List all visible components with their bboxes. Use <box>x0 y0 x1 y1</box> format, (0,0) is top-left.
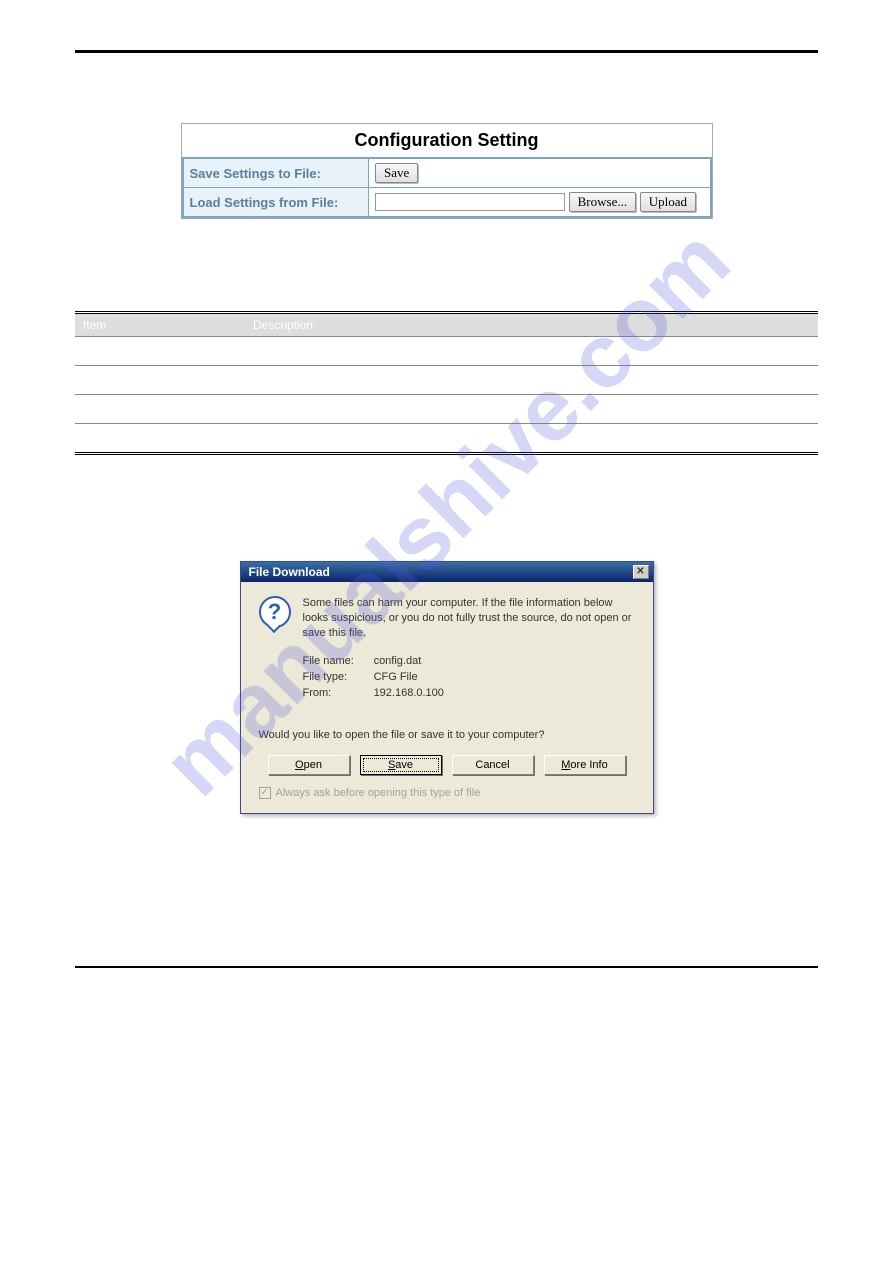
save-button[interactable]: Save <box>375 163 418 183</box>
config-title: Configuration Setting <box>182 124 712 157</box>
open-button[interactable]: Open <box>268 755 350 775</box>
saveproc-step3: 3. Select the file location and click Sa… <box>75 832 818 846</box>
dialog-prompt: Would you like to open the file or save … <box>259 729 635 741</box>
desc-col-desc: Description <box>245 313 818 337</box>
desc-r2-desc: Click Browse to find the configuration f… <box>245 395 818 424</box>
figure-caption: Figure 36 – Configuration Setting <box>75 229 236 241</box>
save-dialog-button[interactable]: Save <box>360 755 442 775</box>
config-table: Save Settings to File: Save Load Setting… <box>182 157 712 218</box>
config-panel: Configuration Setting Save Settings to F… <box>181 123 713 219</box>
dialog-title: File Download <box>249 565 330 579</box>
desc-r2-item: Browse <box>75 395 245 424</box>
saveproc-step1: 1. Click Save on the Configuration Setti… <box>75 507 818 521</box>
desc-r0-item: Save Settings to File <box>75 337 245 366</box>
top-rule <box>75 50 818 53</box>
browse-button[interactable]: Browse... <box>569 192 636 212</box>
file-download-dialog: File Download ✕ ? Some files can harm yo… <box>240 561 654 814</box>
footer-left: 4-22 <box>75 974 97 986</box>
more-info-button[interactable]: More Info <box>544 755 626 775</box>
always-ask-label: Always ask before opening this type of f… <box>276 787 481 799</box>
desc-r1-desc: Enter the configuration file name in the… <box>245 366 818 395</box>
close-icon[interactable]: ✕ <box>633 565 649 579</box>
upload-button[interactable]: Upload <box>640 192 696 212</box>
filename-label: File name: <box>303 655 371 667</box>
from-value: 192.168.0.100 <box>374 687 444 699</box>
desc-r1-item: Load Settings from File <box>75 366 245 395</box>
dialog-titlebar: File Download ✕ <box>241 562 653 582</box>
load-row-label: Load Settings from File: <box>183 188 369 218</box>
desc-col-item: Item <box>75 313 245 337</box>
desc-intro: The following table describes the labels… <box>75 291 818 305</box>
desc-table: Item Description Save Settings to File C… <box>75 311 818 455</box>
desc-r3-item: Upload <box>75 424 245 454</box>
filetype-label: File type: <box>303 671 371 683</box>
dialog-warning-text: Some files can harm your computer. If th… <box>303 596 635 641</box>
from-label: From: <box>303 687 371 699</box>
header-left: User's Manual <box>75 30 151 44</box>
question-icon: ? <box>259 596 291 628</box>
saveproc-heading: Save Settings <box>75 485 818 501</box>
load-file-input[interactable] <box>375 193 565 211</box>
saveproc-step2: 2. The File Download dialog appears. Cli… <box>75 525 818 539</box>
filename-value: config.dat <box>374 655 422 667</box>
desc-r3-desc: Click to upload the configuration file t… <box>245 424 818 454</box>
header-right: GXT-2000 <box>763 30 818 44</box>
filetype-value: CFG File <box>374 671 418 683</box>
desc-r0-desc: Click Save to save the current configura… <box>245 337 818 366</box>
save-row-label: Save Settings to File: <box>183 158 369 188</box>
always-ask-checkbox: ✓ <box>259 787 271 799</box>
cancel-button[interactable]: Cancel <box>452 755 534 775</box>
bottom-rule <box>75 966 818 968</box>
footer-right: Administration <box>748 974 818 986</box>
